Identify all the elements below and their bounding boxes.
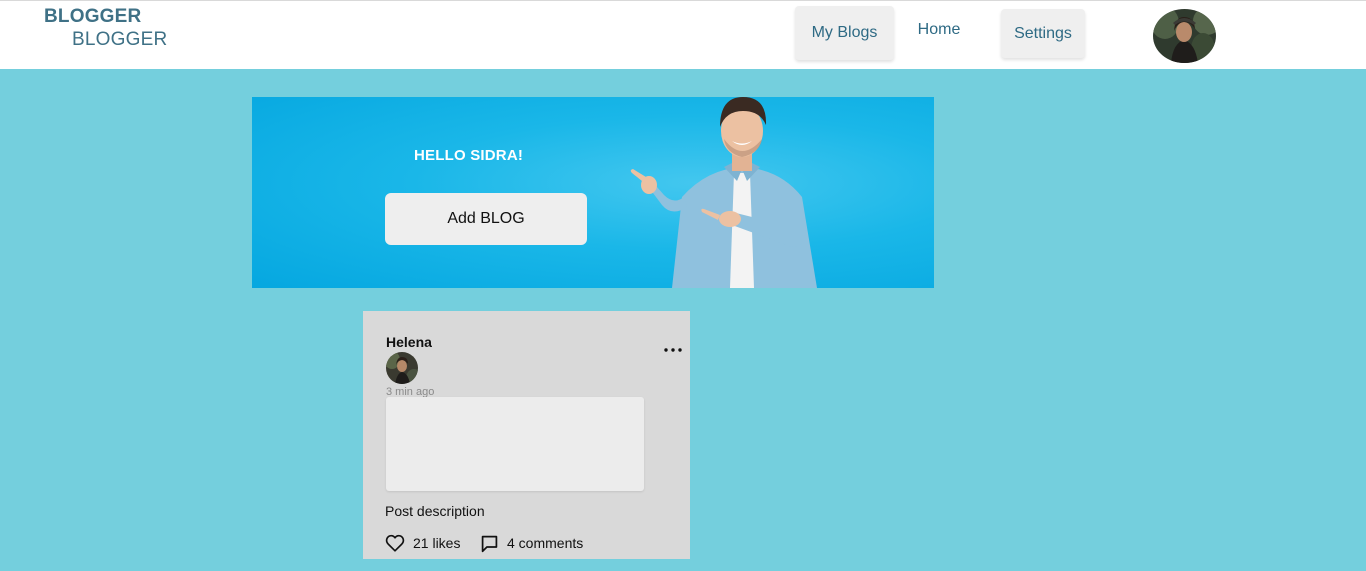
top-navbar: BLOGGER BLOGGER My Blogs Home Settings xyxy=(0,0,1366,69)
likes-count: 21 likes xyxy=(413,535,461,551)
comments-count: 4 comments xyxy=(507,535,584,551)
comment-icon xyxy=(481,535,498,552)
banner-person-illustration xyxy=(630,97,817,288)
post-author-avatar[interactable] xyxy=(386,352,418,384)
profile-avatar[interactable] xyxy=(1153,9,1216,63)
like-button[interactable]: 21 likes xyxy=(385,533,460,553)
user-avatar-icon xyxy=(1153,9,1216,63)
post-image-placeholder[interactable] xyxy=(386,397,644,491)
post-author-name: Helena xyxy=(386,334,432,350)
add-blog-button[interactable]: Add BLOG xyxy=(385,193,587,245)
heart-icon xyxy=(385,534,405,552)
comment-button[interactable]: 4 comments xyxy=(480,533,583,553)
more-horizontal-icon xyxy=(664,348,682,352)
user-avatar-icon xyxy=(386,352,418,384)
welcome-banner: HELLO SIDRA! Add BLOG xyxy=(252,97,934,288)
post-menu-button[interactable] xyxy=(662,340,684,360)
nav-home-link[interactable]: Home xyxy=(905,9,973,51)
nav-my-blogs-button[interactable]: My Blogs xyxy=(795,6,894,60)
logo-text-primary[interactable]: BLOGGER xyxy=(44,6,141,28)
logo-text-secondary[interactable]: BLOGGER xyxy=(72,29,167,51)
greeting-text: HELLO SIDRA! xyxy=(414,147,524,164)
post-description: Post description xyxy=(385,503,485,519)
nav-settings-button[interactable]: Settings xyxy=(1001,9,1085,58)
